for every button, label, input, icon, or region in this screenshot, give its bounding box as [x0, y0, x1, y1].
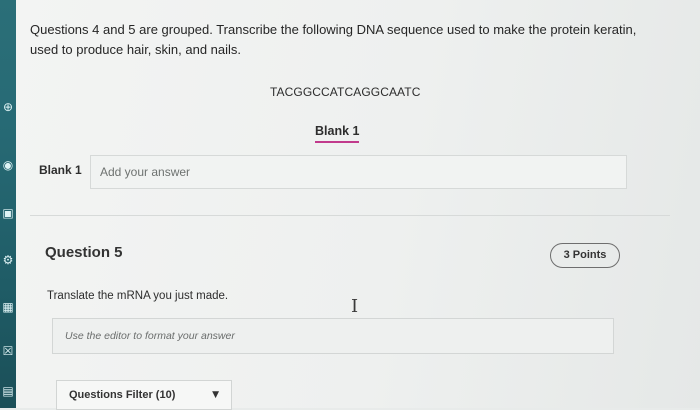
question-card: Questions 4 and 5 are grouped. Transcrib… [16, 0, 700, 410]
close-box-icon[interactable]: ☒ [1, 344, 15, 358]
editor-placeholder: Use the editor to format your answer [65, 330, 235, 342]
questions-filter-dropdown[interactable]: Questions Filter (10) ▼ [56, 380, 232, 410]
answer-placeholder: Add your answer [100, 165, 191, 179]
calculator-icon[interactable]: ▦ [1, 300, 15, 314]
reader-icon[interactable]: ◉ [1, 158, 15, 172]
chevron-down-icon: ▼ [212, 390, 219, 400]
question-5-prompt: Translate the mRNA you just made. [47, 290, 229, 302]
blank-1-label: Blank 1 [39, 163, 82, 177]
notes-icon[interactable]: ▤ [1, 384, 15, 398]
left-toolbar: ⊕ ◉ ▣ ⚙ ▦ ☒ ▤ [0, 0, 16, 408]
blank-1-reference[interactable]: Blank 1 [315, 124, 360, 143]
answer-editor[interactable]: Use the editor to format your answer [52, 318, 614, 354]
blank-1-answer-input[interactable]: Add your answer [90, 155, 627, 189]
accessibility-icon[interactable]: ⊕ [1, 100, 15, 114]
question-intro: Questions 4 and 5 are grouped. Transcrib… [30, 22, 637, 57]
translate-icon[interactable]: ▣ [1, 206, 15, 220]
text-cursor-icon: I [351, 296, 359, 317]
points-badge: 3 Points [550, 243, 620, 268]
filter-label: Questions Filter (10) [69, 389, 176, 401]
settings-icon[interactable]: ⚙ [1, 253, 15, 267]
dna-sequence: TACGGCCATCAGGCAATC [270, 85, 421, 99]
divider [30, 215, 670, 216]
question-5-title: Question 5 [45, 244, 123, 261]
